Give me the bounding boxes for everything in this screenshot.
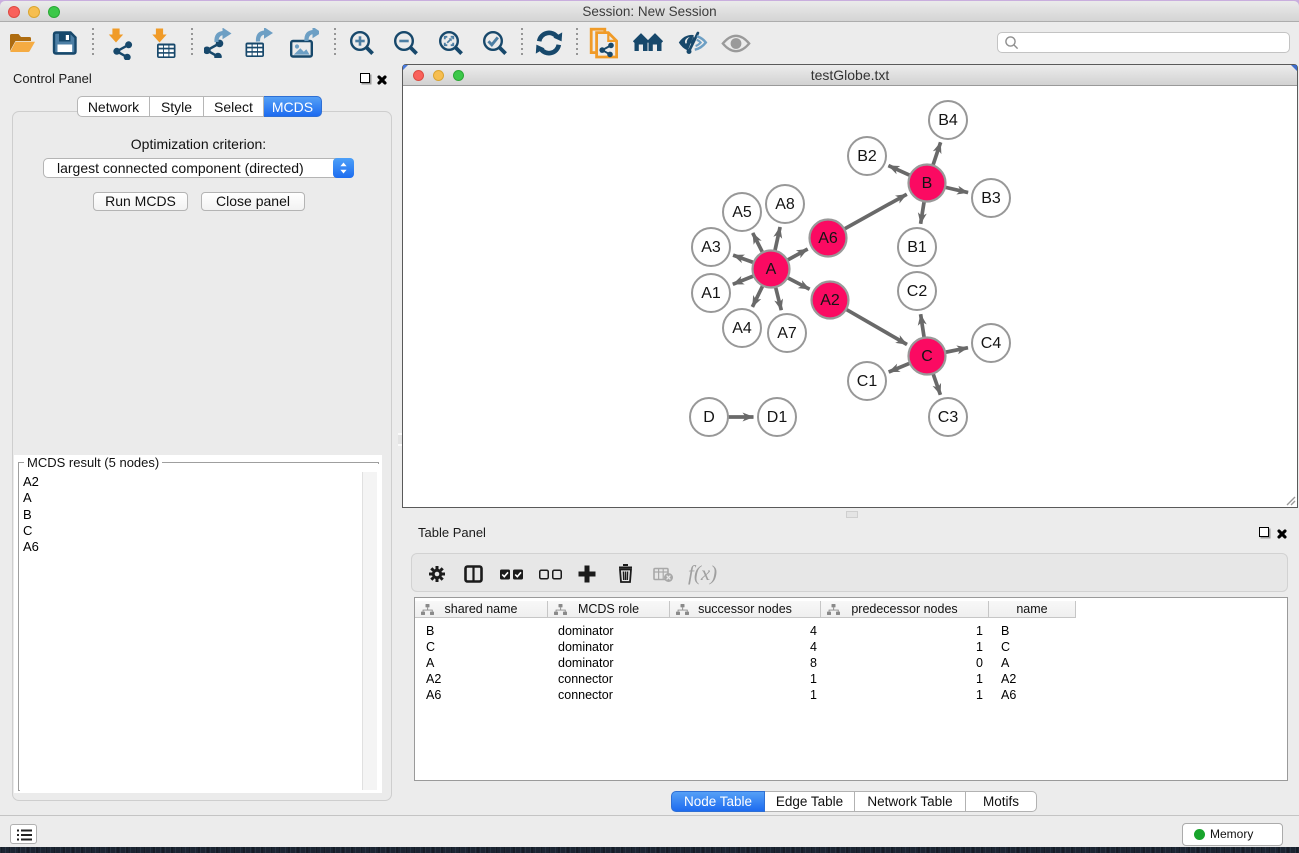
svg-text:B2: B2 (857, 148, 877, 165)
svg-text:B3: B3 (981, 190, 1001, 207)
svg-text:A3: A3 (701, 239, 721, 256)
svg-text:A6: A6 (818, 230, 838, 247)
svg-text:C3: C3 (938, 409, 959, 426)
svg-text:A2: A2 (820, 292, 840, 309)
svg-text:A4: A4 (732, 320, 752, 337)
svg-text:B1: B1 (907, 239, 927, 256)
svg-text:C4: C4 (981, 335, 1002, 352)
svg-text:A7: A7 (777, 325, 797, 342)
svg-text:D1: D1 (767, 409, 788, 426)
svg-text:A8: A8 (775, 196, 795, 213)
svg-text:C1: C1 (857, 373, 878, 390)
svg-text:A5: A5 (732, 204, 752, 221)
svg-text:B: B (922, 175, 933, 192)
svg-text:C: C (921, 348, 933, 365)
svg-text:D: D (703, 409, 715, 426)
svg-text:A1: A1 (701, 285, 721, 302)
svg-text:A: A (766, 261, 777, 278)
svg-text:B4: B4 (938, 112, 958, 129)
svg-text:C2: C2 (907, 283, 928, 300)
